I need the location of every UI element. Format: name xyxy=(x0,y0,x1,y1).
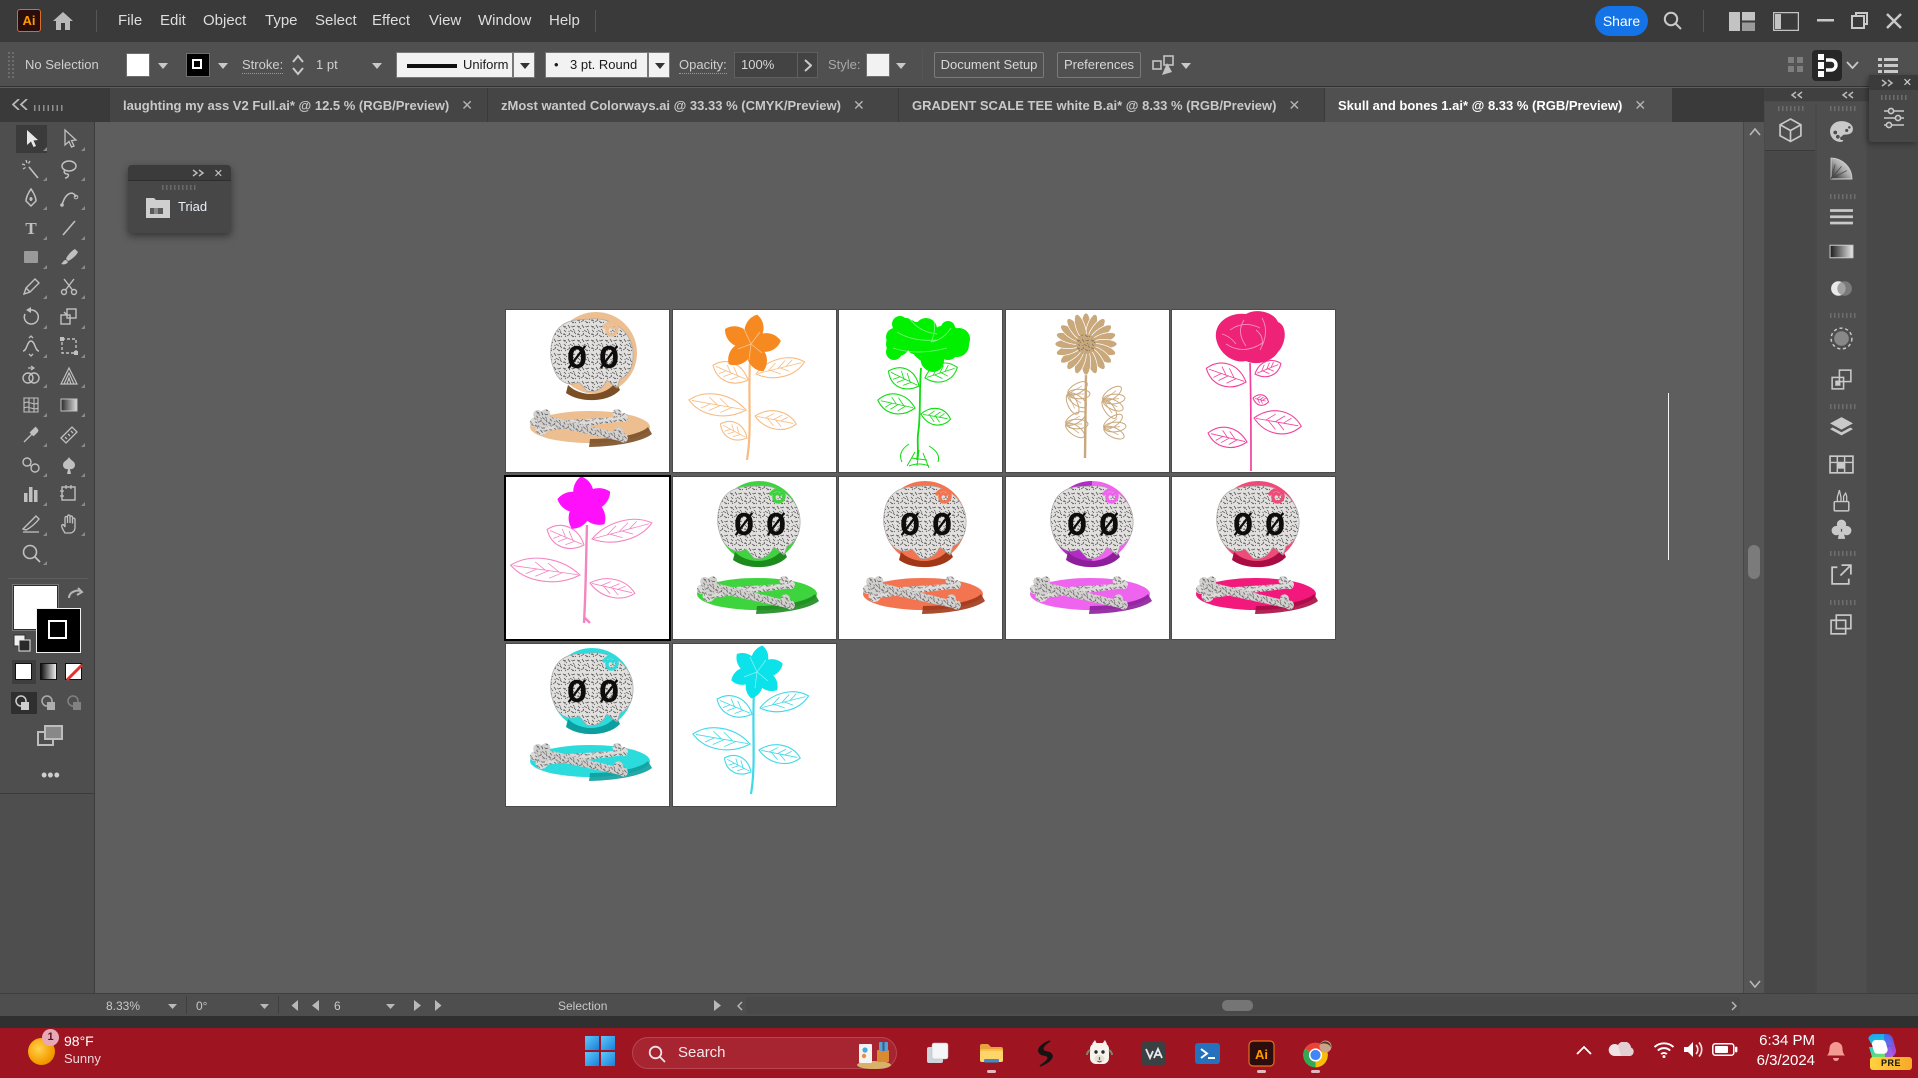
svg-text:Ø: Ø xyxy=(599,341,619,378)
svg-text:Ø: Ø xyxy=(1099,508,1119,545)
svg-text:Ø: Ø xyxy=(1233,508,1253,545)
svg-text:Ø: Ø xyxy=(932,508,952,545)
svg-text:Ø: Ø xyxy=(1067,508,1087,545)
svg-text:Ai: Ai xyxy=(1255,1047,1268,1062)
svg-text:Ø: Ø xyxy=(1265,508,1285,545)
svg-text:Ø: Ø xyxy=(766,508,786,545)
svg-text:Ø: Ø xyxy=(567,675,587,712)
svg-text:Ø: Ø xyxy=(567,341,587,378)
svg-text:Ø: Ø xyxy=(734,508,754,545)
svg-text:T: T xyxy=(25,219,37,238)
svg-text:Ø: Ø xyxy=(900,508,920,545)
svg-text:Ø: Ø xyxy=(599,675,619,712)
